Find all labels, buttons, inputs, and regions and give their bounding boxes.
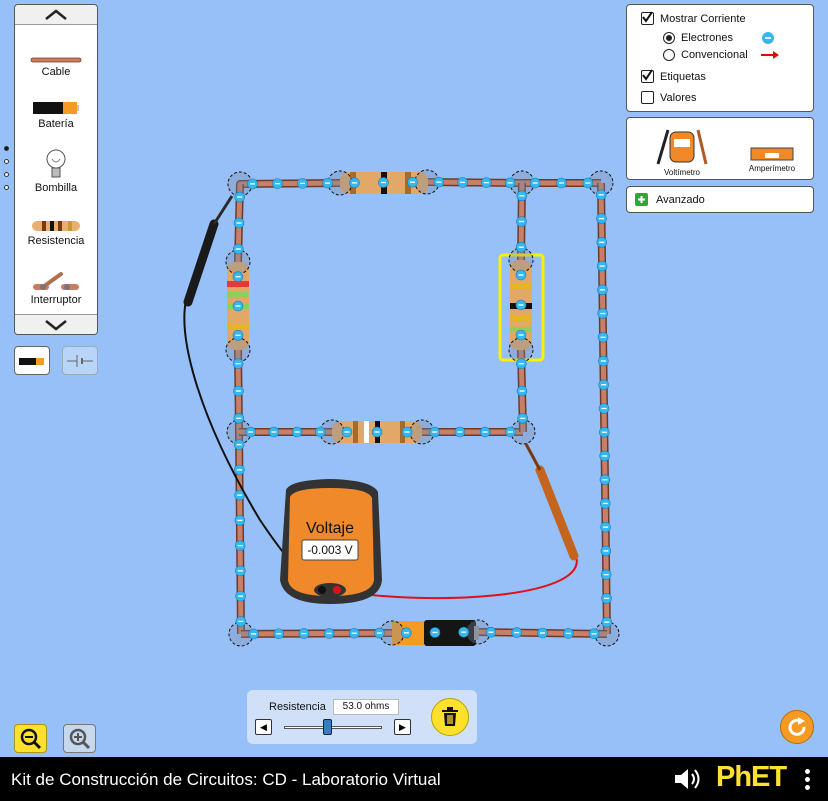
resistance-slider-track[interactable] [284,726,382,729]
sim-title: Kit de Construcción de Circuitos: CD - L… [11,770,441,789]
voltmeter-reading: -0.003 V [307,543,353,557]
reset-icon [788,717,806,736]
resistance-label: Resistencia [269,701,326,713]
navigation-bar: Kit de Construcción de Circuitos: CD - L… [0,757,828,801]
increment-button[interactable]: ▶ [394,719,411,735]
speaker-icon [675,769,700,789]
voltmeter[interactable] [280,479,382,604]
trash-icon [442,707,458,726]
reset-all-button[interactable] [780,710,814,744]
resistance-slider-thumb[interactable] [323,719,332,735]
zoom-in-icon [69,728,90,749]
circuit-canvas[interactable] [0,0,828,757]
delete-button[interactable] [431,698,469,736]
sound-toggle-button[interactable] [673,767,703,796]
zoom-out-button[interactable] [14,724,47,753]
right-arrow-icon: ▶ [399,721,406,732]
phet-menu-button[interactable] [805,769,810,793]
resistance-value: 53.0 ohms [333,699,399,715]
zoom-in-button[interactable] [63,724,96,753]
decrement-button[interactable]: ◀ [255,719,272,735]
phet-logo[interactable]: PhET [716,761,787,794]
resistance-edit-panel: Resistencia 53.0 ohms ◀ ▶ [247,690,477,744]
zoom-out-icon [20,728,41,749]
left-arrow-icon: ◀ [260,721,267,732]
voltmeter-title: Voltaje [305,520,355,537]
phet-logo-text: PhET [716,761,787,793]
